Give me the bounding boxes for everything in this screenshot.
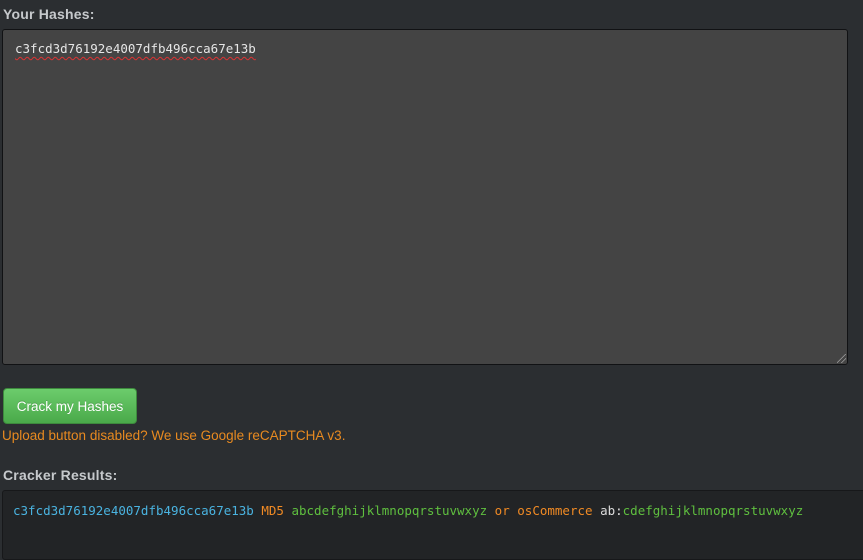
recaptcha-notice: Upload button disabled? We use Google re… — [2, 428, 346, 443]
result-plaintext: abcdefghijklmnopqrstuvwxyz — [291, 503, 488, 518]
result-salt-prefix: ab: — [600, 503, 623, 518]
result-row: c3fcd3d76192e4007dfb496cca67e13b MD5 abc… — [13, 503, 803, 518]
your-hashes-label: Your Hashes: — [3, 6, 95, 22]
result-or-separator: or — [494, 503, 510, 518]
hashes-textarea-value: c3fcd3d76192e4007dfb496cca67e13b — [15, 41, 256, 56]
result-alt-plaintext: cdefghijklmnopqrstuvwxyz — [622, 503, 804, 518]
result-hash: c3fcd3d76192e4007dfb496cca67e13b — [13, 503, 254, 518]
cracker-results-label: Cracker Results: — [3, 467, 118, 483]
crack-my-hashes-button[interactable]: Crack my Hashes — [3, 388, 137, 424]
hashes-textarea[interactable]: c3fcd3d76192e4007dfb496cca67e13b — [2, 29, 848, 365]
cracker-results-box: c3fcd3d76192e4007dfb496cca67e13b MD5 abc… — [2, 490, 863, 560]
result-alt-type: osCommerce — [517, 503, 593, 518]
resize-grip-icon[interactable] — [837, 354, 846, 363]
result-hash-type: MD5 — [261, 503, 284, 518]
